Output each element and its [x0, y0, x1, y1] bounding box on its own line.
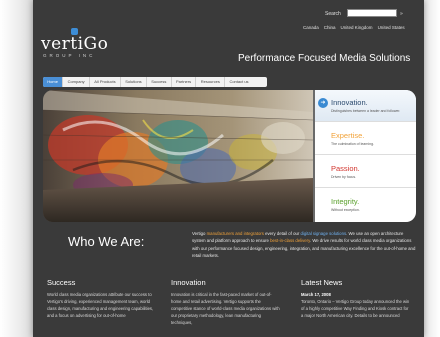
- country-links: Canada China United Kingdom United State…: [303, 25, 405, 30]
- who-text-part: every detail of our: [265, 231, 300, 236]
- who-we-are-text: Vertigo manufacturers and integrators ev…: [192, 230, 418, 260]
- website-page: Search » Canada China United Kingdom Uni…: [33, 0, 424, 337]
- country-link-china[interactable]: China: [324, 25, 336, 30]
- nav-home[interactable]: Home: [43, 77, 64, 87]
- country-link-united-kingdom[interactable]: United Kingdom: [341, 25, 373, 30]
- who-we-are-heading: Who We Are:: [68, 234, 145, 249]
- who-text-part: Vertigo: [192, 231, 206, 236]
- nav-success[interactable]: Success: [147, 77, 172, 87]
- value-innovation[interactable]: ➜ Innovation. Distinguishes between a le…: [315, 90, 416, 122]
- right-background-gradient: [424, 0, 440, 337]
- nav-resources[interactable]: Resources: [196, 77, 226, 87]
- value-title: Expertise.: [331, 131, 365, 140]
- logo-wordmark: vertiGo: [41, 34, 109, 54]
- country-link-canada[interactable]: Canada: [303, 25, 319, 30]
- value-title: Integrity.: [331, 197, 360, 206]
- news-column: Latest News March 17, 2008 Toronto, Onta…: [301, 278, 411, 319]
- innovation-title[interactable]: Innovation: [171, 278, 281, 287]
- graffiti-hero-image: [43, 90, 313, 222]
- value-integrity[interactable]: Integrity. Without exception.: [315, 189, 416, 221]
- nav-company[interactable]: Company: [63, 77, 90, 87]
- success-column: Success World class media organizations …: [47, 278, 157, 319]
- left-background-gradient: [0, 0, 33, 337]
- value-subtitle: Distinguishes between a leader and follo…: [331, 109, 401, 113]
- link-manufacturers-integrators[interactable]: manufacturers and integrators: [207, 231, 264, 236]
- value-title: Innovation.: [331, 98, 368, 107]
- site-tagline: Performance Focused Media Solutions: [238, 53, 411, 64]
- nav-contact-us[interactable]: Contact us: [225, 77, 253, 87]
- search-label: Search: [325, 11, 341, 17]
- value-subtitle: Driven by focus.: [331, 175, 357, 179]
- value-subtitle: Without exception.: [331, 208, 360, 212]
- news-body: Toronto, Ontario – Vertigo Group today a…: [301, 299, 410, 319]
- innovation-body: Innovation is critical in the fast-paced…: [171, 292, 280, 326]
- vertigo-logo[interactable]: vertiGo GROUP INC: [41, 28, 109, 58]
- nav-solutions[interactable]: Solutions: [121, 77, 147, 87]
- nav-partners[interactable]: Partners: [172, 77, 197, 87]
- link-best-in-class[interactable]: best-in-class delivery: [270, 238, 310, 243]
- search-input[interactable]: [347, 9, 397, 17]
- logo-mark-icon: [71, 28, 78, 35]
- arrow-circle-icon: ➜: [318, 98, 328, 108]
- innovation-column: Innovation Innovation is critical in the…: [171, 278, 281, 326]
- country-link-united-states[interactable]: United States: [378, 25, 405, 30]
- hero-banner: ➜ Innovation. Distinguishes between a le…: [43, 90, 416, 222]
- value-title: Passion.: [331, 164, 360, 173]
- value-expertise[interactable]: Expertise. The culmination of learning.: [315, 123, 416, 155]
- nav-all-products[interactable]: All Products: [90, 77, 121, 87]
- value-passion[interactable]: Passion. Driven by focus.: [315, 156, 416, 188]
- value-subtitle: The culmination of learning.: [331, 142, 374, 146]
- values-panel: ➜ Innovation. Distinguishes between a le…: [315, 90, 416, 222]
- link-digital-signage[interactable]: digital signage solutions: [300, 231, 346, 236]
- news-title[interactable]: Latest News: [301, 278, 411, 287]
- news-date: March 17, 2008: [301, 292, 331, 297]
- main-navigation: Home Company All Products Solutions Succ…: [43, 77, 267, 87]
- success-title[interactable]: Success: [47, 278, 157, 287]
- success-body: World class media organizations attribut…: [47, 292, 154, 319]
- search-go-button[interactable]: »: [400, 11, 403, 17]
